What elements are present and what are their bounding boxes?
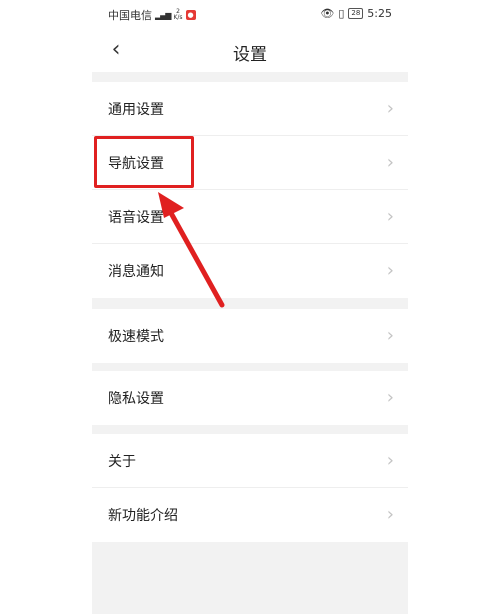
chevron-right-icon: ›	[386, 206, 394, 227]
chevron-right-icon: ›	[386, 260, 394, 281]
settings-item-label: 语音设置	[108, 209, 164, 226]
settings-item-whats-new[interactable]: 新功能介绍 ›	[92, 488, 408, 542]
nav-bar: ‹ 设置	[92, 28, 408, 72]
chevron-right-icon: ›	[386, 387, 394, 408]
eye-icon: 👁	[320, 7, 335, 20]
settings-group-3: 隐私设置 ›	[92, 371, 408, 425]
settings-item-label: 关于	[108, 453, 136, 470]
network-speed: 2 K/s	[173, 8, 183, 21]
carrier-label: 中国电信	[108, 9, 152, 22]
settings-item-label: 隐私设置	[108, 391, 164, 407]
chevron-right-icon: ›	[386, 504, 394, 525]
settings-group-2: 极速模式 ›	[92, 309, 408, 363]
chevron-right-icon: ›	[386, 98, 394, 119]
battery-icon: 28	[348, 8, 364, 19]
settings-item-about[interactable]: 关于 ›	[92, 434, 408, 488]
highlight-box	[94, 136, 194, 188]
chevron-right-icon: ›	[386, 450, 394, 471]
settings-item-speed-mode[interactable]: 极速模式 ›	[92, 309, 408, 363]
page-title: 设置	[233, 45, 267, 65]
settings-group-4: 关于 › 新功能介绍 ›	[92, 434, 408, 542]
settings-item-label: 新功能介绍	[108, 508, 178, 524]
settings-item-label: 通用设置	[108, 101, 164, 118]
settings-group-1: 通用设置 › 导航设置 › 语音设置 › 消息通知 ›	[92, 82, 408, 298]
settings-item-label: 消息通知	[108, 264, 164, 280]
signal-icon: ▂▄▆	[155, 10, 172, 20]
phone-screen: 中国电信 ▂▄▆ 2 K/s ● 👁 ▯ 28 5:25 ‹ 设置 通用设置 › …	[92, 0, 408, 614]
record-icon: ●	[185, 10, 196, 20]
status-bar: 中国电信 ▂▄▆ 2 K/s ● 👁 ▯ 28 5:25	[92, 0, 408, 28]
settings-item-general[interactable]: 通用设置 ›	[92, 82, 408, 136]
clock: 5:25	[367, 7, 392, 20]
settings-item-notifications[interactable]: 消息通知 ›	[92, 244, 408, 298]
chevron-right-icon: ›	[386, 325, 394, 346]
vibrate-icon: ▯	[338, 7, 345, 20]
settings-item-privacy[interactable]: 隐私设置 ›	[92, 371, 408, 425]
chevron-right-icon: ›	[386, 152, 394, 173]
settings-item-voice[interactable]: 语音设置 ›	[92, 190, 408, 244]
settings-item-label: 极速模式	[108, 329, 164, 345]
